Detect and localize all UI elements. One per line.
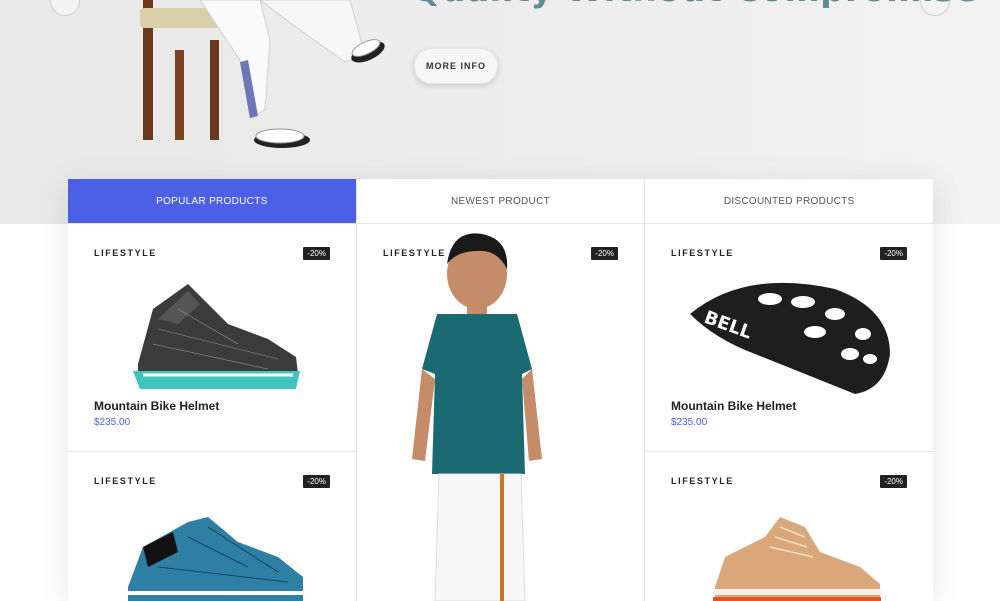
discount-badge: -20% xyxy=(880,475,907,488)
product-card[interactable]: LIFESTYLE -20% xyxy=(68,452,356,601)
product-card[interactable]: LIFESTYLE -20% Mountain Bike Helmet $235… xyxy=(68,224,356,451)
product-category: LIFESTYLE xyxy=(671,248,734,258)
tab-popular-products[interactable]: POPULAR PRODUCTS xyxy=(68,179,357,223)
hero-model-image xyxy=(140,0,385,148)
product-name[interactable]: Mountain Bike Helmet xyxy=(94,399,219,413)
hero-prev-arrow[interactable] xyxy=(50,0,80,16)
product-name[interactable]: Mountain Bike Helmet xyxy=(671,399,796,413)
helmet-image: BELL xyxy=(690,282,890,394)
product-price: $235.00 xyxy=(671,417,708,428)
tab-discounted-products[interactable]: DISCOUNTED PRODUCTS xyxy=(645,179,933,223)
tab-bar: POPULAR PRODUCTS NEWEST PRODUCT DISCOUNT… xyxy=(68,179,933,224)
discount-badge: -20% xyxy=(880,247,907,260)
discount-badge: -20% xyxy=(303,475,330,488)
discount-badge: -20% xyxy=(591,247,618,260)
product-category: LIFESTYLE xyxy=(94,476,157,486)
sneaker-image xyxy=(133,284,300,389)
product-price: $235.00 xyxy=(94,417,131,428)
tab-newest-product[interactable]: NEWEST PRODUCT xyxy=(357,179,646,223)
discount-badge: -20% xyxy=(303,247,330,260)
product-category: LIFESTYLE xyxy=(94,248,157,258)
product-card[interactable]: LIFESTYLE -20% xyxy=(357,224,644,601)
kid-model-image xyxy=(412,233,542,601)
hero-title: Quality Without Compromise xyxy=(412,0,978,10)
sneaker-image xyxy=(126,517,304,601)
product-grid: LIFESTYLE -20% Mountain Bike Helmet $235… xyxy=(68,224,933,601)
sneaker-image xyxy=(713,517,881,601)
product-tabs-panel: POPULAR PRODUCTS NEWEST PRODUCT DISCOUNT… xyxy=(68,179,933,601)
product-category: LIFESTYLE xyxy=(671,476,734,486)
product-card[interactable]: LIFESTYLE -20% xyxy=(645,452,933,601)
more-info-button[interactable]: MORE INFO xyxy=(414,48,498,84)
product-card[interactable]: LIFESTYLE -20% BELL Mountain Bike Helmet… xyxy=(645,224,933,451)
